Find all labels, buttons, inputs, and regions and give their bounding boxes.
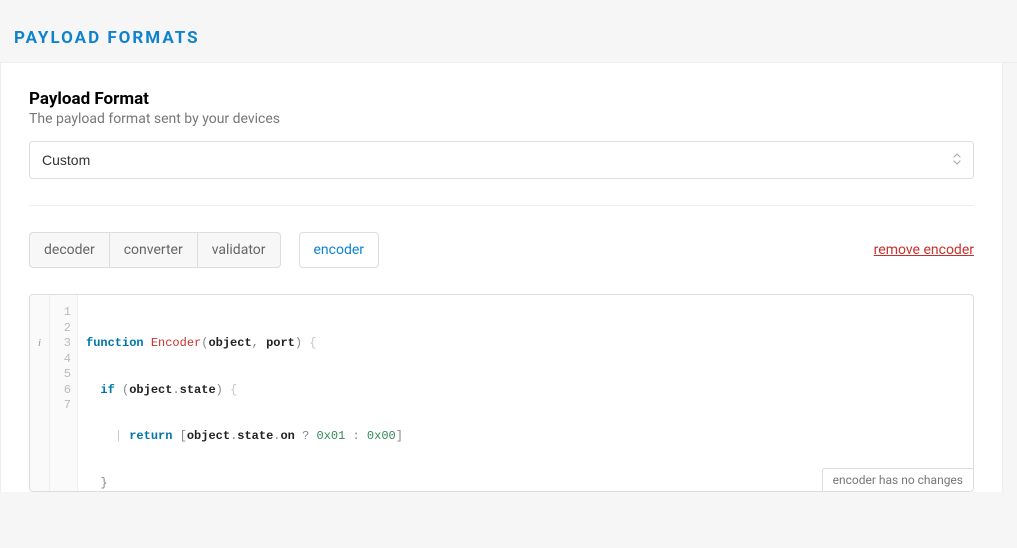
content-panel: Payload Format The payload format sent b… xyxy=(0,63,1003,492)
tab-encoder[interactable]: encoder xyxy=(299,232,380,268)
tab-decoder[interactable]: decoder xyxy=(29,232,110,268)
info-gutter: i xyxy=(30,295,50,491)
tab-row: decoder converter validator encoder remo… xyxy=(29,232,974,268)
section-title: Payload Format xyxy=(29,89,974,109)
divider xyxy=(29,205,974,206)
tab-validator[interactable]: validator xyxy=(198,232,281,268)
section-subtitle: The payload format sent by your devices xyxy=(29,111,974,127)
tabs: decoder converter validator encoder xyxy=(29,232,379,268)
code-body: i 1 2 3 4 5 6 7 function Encoder(object,… xyxy=(30,295,973,491)
remove-encoder-link[interactable]: remove encoder xyxy=(874,242,974,258)
format-select[interactable]: Custom xyxy=(29,141,974,179)
code-line: if (object.state) { xyxy=(86,383,965,399)
editor-status: encoder has no changes xyxy=(822,468,973,491)
info-icon: i xyxy=(30,336,49,352)
format-select-wrap: Custom xyxy=(29,141,974,179)
code-line: function Encoder(object, port) { xyxy=(86,336,965,352)
code-editor[interactable]: i 1 2 3 4 5 6 7 function Encoder(object,… xyxy=(29,294,974,492)
page-title: Payload Formats xyxy=(14,28,1003,48)
page-header: Payload Formats xyxy=(0,0,1017,63)
code-lines[interactable]: function Encoder(object, port) { if (obj… xyxy=(78,295,973,491)
code-line: | return [object.state.on ? 0x01 : 0x00] xyxy=(86,429,965,445)
tab-converter[interactable]: converter xyxy=(110,232,198,268)
line-gutter: 1 2 3 4 5 6 7 xyxy=(50,295,78,491)
